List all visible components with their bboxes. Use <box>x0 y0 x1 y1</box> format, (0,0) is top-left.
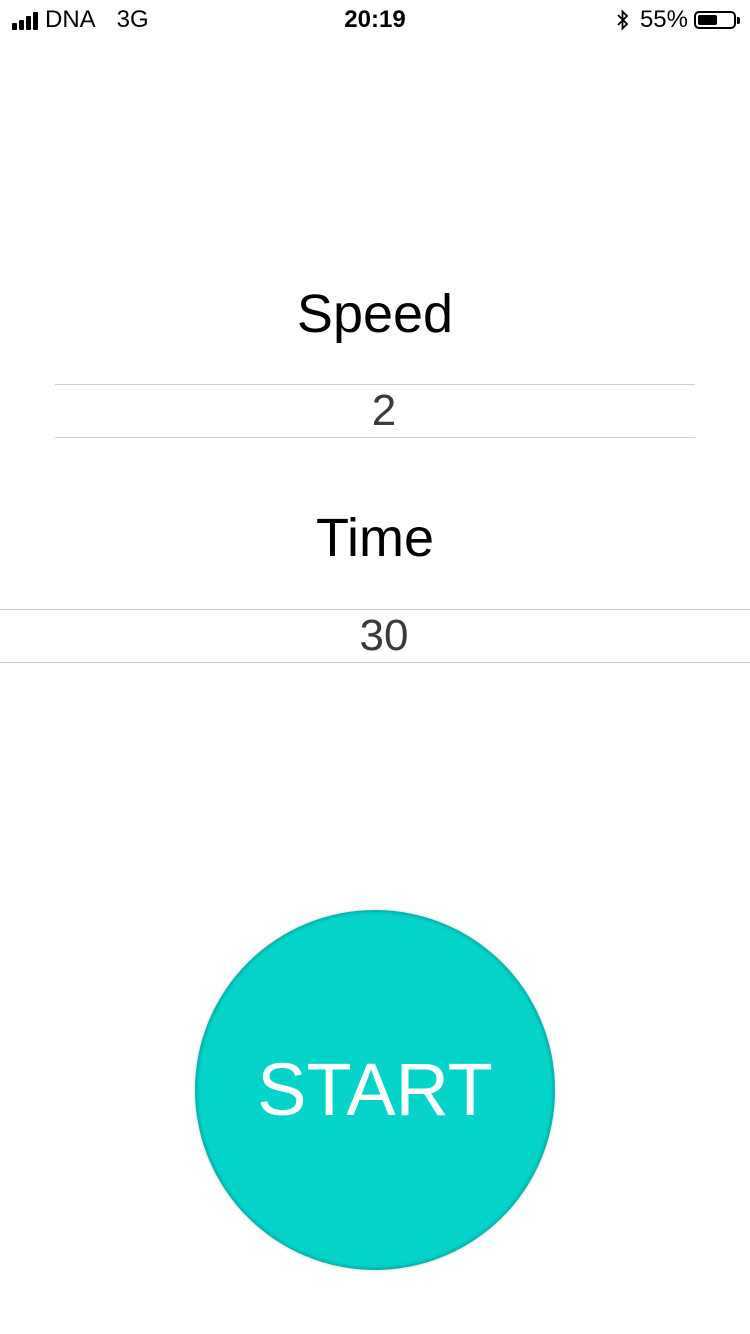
status-right: 55% <box>616 6 740 34</box>
battery-percent: 55% <box>639 6 688 33</box>
start-button[interactable]: START <box>195 910 555 1270</box>
speed-input[interactable] <box>55 384 695 438</box>
time-label: Time <box>316 508 434 568</box>
status-bar: DNA 3G 20:19 55% <box>0 0 750 40</box>
battery-icon <box>694 11 740 29</box>
time-input[interactable] <box>0 609 750 663</box>
bluetooth-icon <box>617 9 629 31</box>
speed-label: Speed <box>296 284 454 344</box>
battery-fill <box>698 15 717 25</box>
